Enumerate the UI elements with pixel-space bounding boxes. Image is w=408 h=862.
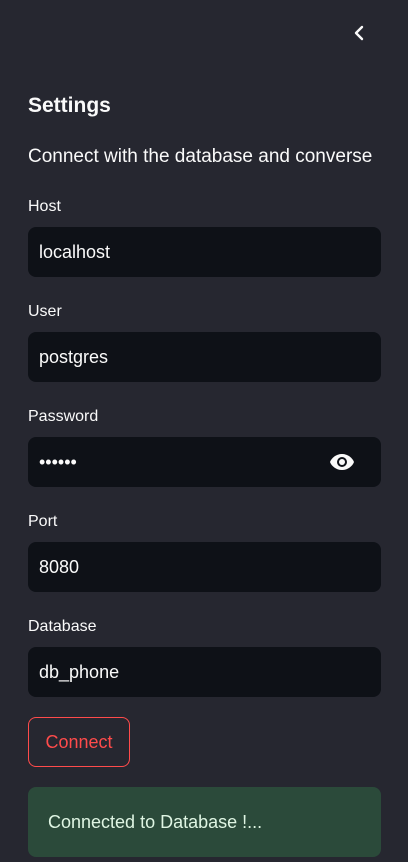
sidebar-title: Settings [28, 94, 111, 117]
connect-button[interactable]: Connect [28, 717, 130, 767]
database-label: Database [28, 618, 97, 635]
host-input[interactable] [28, 227, 381, 277]
port-label: Port [28, 513, 58, 530]
database-input[interactable] [28, 647, 381, 697]
database-field [28, 647, 381, 697]
host-label: Host [28, 198, 61, 215]
sidebar-subtitle: Connect with the database and converse [28, 146, 373, 167]
user-label: User [28, 303, 62, 320]
collapse-sidebar-button[interactable] [344, 18, 374, 48]
show-password-button[interactable] [329, 451, 355, 473]
success-alert: Connected to Database !... [28, 787, 381, 857]
eye-icon [330, 454, 354, 470]
success-message: Connected to Database !... [48, 811, 263, 832]
user-input[interactable] [28, 332, 381, 382]
port-field [28, 542, 381, 592]
host-field [28, 227, 381, 277]
password-label: Password [28, 408, 99, 425]
port-input[interactable] [28, 542, 381, 592]
chevron-left-icon [354, 25, 364, 41]
sidebar: Settings Connect with the database and c… [0, 0, 408, 862]
password-field [28, 437, 381, 487]
password-input[interactable] [28, 437, 318, 487]
user-field [28, 332, 381, 382]
